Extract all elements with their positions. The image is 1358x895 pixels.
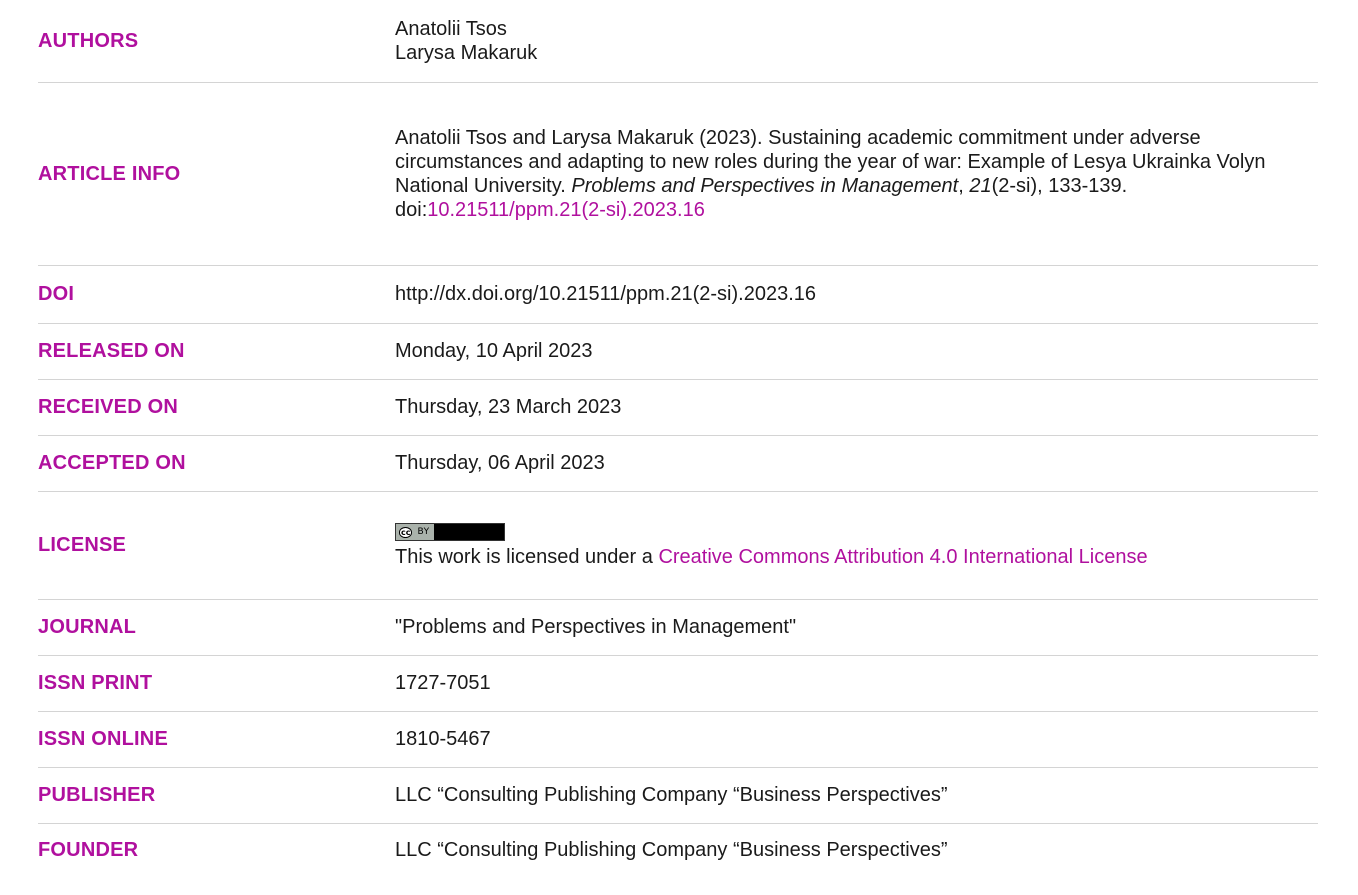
- row-doi: DOI http://dx.doi.org/10.21511/ppm.21(2-…: [38, 265, 1318, 324]
- citation-volume: 21: [969, 174, 992, 197]
- received-on-label: RECEIVED ON: [38, 379, 395, 436]
- article-info-value: Anatolii Tsos and Larysa Makaruk (2023).…: [395, 82, 1318, 266]
- issn-online-value: 1810-5467: [395, 711, 1318, 768]
- article-info-table: AUTHORS Anatolii Tsos Larysa Makaruk ART…: [38, 0, 1318, 877]
- doi-label: DOI: [38, 265, 395, 324]
- row-license: LICENSE cc BY This work is licensed unde…: [38, 491, 1318, 600]
- cc-icon: cc: [396, 524, 416, 541]
- accepted-on-value: Thursday, 06 April 2023: [395, 435, 1318, 492]
- citation-doi-link[interactable]: 10.21511/ppm.21(2-si).2023.16: [427, 199, 705, 221]
- row-journal: JOURNAL "Problems and Perspectives in Ma…: [38, 599, 1318, 656]
- row-released-on: RELEASED ON Monday, 10 April 2023: [38, 323, 1318, 380]
- row-received-on: RECEIVED ON Thursday, 23 March 2023: [38, 379, 1318, 436]
- row-accepted-on: ACCEPTED ON Thursday, 06 April 2023: [38, 435, 1318, 492]
- license-text: This work is licensed under a Creative C…: [395, 545, 1318, 569]
- row-authors: AUTHORS Anatolii Tsos Larysa Makaruk: [38, 0, 1318, 83]
- citation-journal: Problems and Perspectives in Management: [571, 174, 959, 197]
- issn-print-label: ISSN PRINT: [38, 655, 395, 712]
- cc-by-label: BY: [415, 524, 434, 541]
- row-publisher: PUBLISHER LLC “Consulting Publishing Com…: [38, 767, 1318, 824]
- issn-print-value: 1727-7051: [395, 655, 1318, 712]
- journal-value: "Problems and Perspectives in Management…: [395, 599, 1318, 656]
- founder-label: FOUNDER: [38, 839, 139, 862]
- authors-label: AUTHORS: [38, 0, 395, 83]
- article-info-sheet: AUTHORS Anatolii Tsos Larysa Makaruk ART…: [0, 0, 1358, 895]
- cc-by-badge[interactable]: cc BY: [395, 523, 505, 542]
- released-on-value: Monday, 10 April 2023: [395, 323, 1318, 380]
- cc-badge-black-area: [433, 524, 504, 541]
- article-info-label: ARTICLE INFO: [38, 82, 395, 266]
- author-name: Anatolii Tsos: [395, 17, 507, 40]
- row-issn-print: ISSN PRINT 1727-7051: [38, 655, 1318, 712]
- license-label: LICENSE: [38, 491, 395, 600]
- license-prefix: This work is licensed under a: [395, 546, 659, 568]
- license-value: cc BY This work is licensed under a Crea…: [395, 491, 1318, 600]
- author-name: Larysa Makaruk: [395, 41, 538, 64]
- row-article-info: ARTICLE INFO Anatolii Tsos and Larysa Ma…: [38, 82, 1318, 266]
- released-on-label: RELEASED ON: [38, 323, 395, 380]
- founder-value: LLC “Consulting Publishing Company “Busi…: [395, 839, 948, 862]
- received-on-value: Thursday, 23 March 2023: [395, 379, 1318, 436]
- license-link[interactable]: Creative Commons Attribution 4.0 Interna…: [658, 546, 1147, 568]
- row-founder: FOUNDER LLC “Consulting Publishing Compa…: [38, 823, 1318, 877]
- publisher-value: LLC “Consulting Publishing Company “Busi…: [395, 767, 1318, 824]
- citation-comma: ,: [958, 174, 970, 197]
- journal-label: JOURNAL: [38, 599, 395, 656]
- authors-value: Anatolii Tsos Larysa Makaruk: [395, 0, 1318, 83]
- row-issn-online: ISSN ONLINE 1810-5467: [38, 711, 1318, 768]
- accepted-on-label: ACCEPTED ON: [38, 435, 395, 492]
- issn-online-label: ISSN ONLINE: [38, 711, 395, 768]
- publisher-label: PUBLISHER: [38, 767, 395, 824]
- doi-value: http://dx.doi.org/10.21511/ppm.21(2-si).…: [395, 265, 1318, 324]
